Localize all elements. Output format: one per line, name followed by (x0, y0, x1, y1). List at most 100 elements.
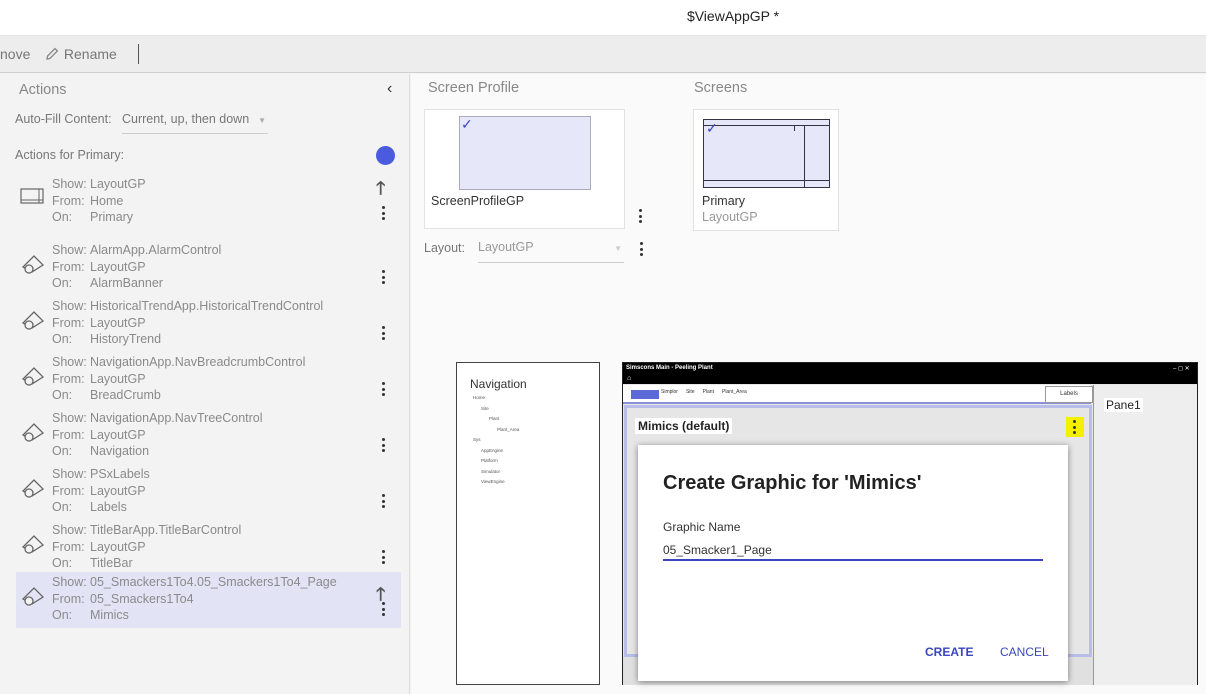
show-key: Show: (52, 243, 87, 257)
on-key: On: (52, 332, 73, 346)
breadcrumb-item: Simplor (661, 389, 678, 395)
control-icon (20, 364, 45, 388)
on-key: On: (52, 210, 73, 224)
action-show: HistoricalTrendApp.HistoricalTrendContro… (90, 299, 324, 313)
show-key: Show: (52, 467, 87, 481)
action-on: BreadCrumb (90, 388, 161, 402)
screen-profile-header: Screen Profile (428, 80, 520, 96)
action-item[interactable]: Show: NavigationApp.NavTreeControl From: La… (16, 408, 401, 464)
action-more-icon[interactable] (382, 270, 386, 284)
layout-label: Layout: (424, 241, 466, 255)
action-details: Show: LayoutGP From: Home On: Primary (52, 176, 146, 226)
layout-value: LayoutGP (478, 240, 534, 254)
on-key: On: (52, 556, 73, 570)
layout-icon (20, 186, 44, 210)
status-dot[interactable] (376, 146, 395, 165)
dialog-title: Create Graphic for 'Mimics' (663, 472, 922, 494)
create-button[interactable]: CREATE (925, 645, 973, 659)
profile-more-icon[interactable] (639, 209, 643, 223)
action-item[interactable]: Show: NavigationApp.NavBreadcrumbControl F… (16, 352, 401, 408)
screen-card-primary[interactable]: ✓ Primary LayoutGP (693, 109, 839, 231)
autofill-label: Auto-Fill Content: (15, 112, 112, 126)
collapse-chevron-icon[interactable]: ‹ (387, 80, 392, 98)
check-icon: ✓ (706, 120, 718, 136)
layout-select[interactable]: LayoutGP ▼ (478, 240, 624, 263)
layout-more-icon[interactable] (640, 242, 644, 256)
action-details: Show: AlarmApp.AlarmControl From: LayoutGP O… (52, 242, 221, 292)
screen-profile-card[interactable]: ✓ ScreenProfileGP (424, 109, 625, 229)
remove-button[interactable]: nove (0, 46, 30, 62)
screen-thumbnail (703, 119, 830, 188)
action-show: PSxLabels (90, 467, 150, 481)
action-show: TitleBarApp.TitleBarControl (90, 523, 242, 537)
action-details: Show: NavigationApp.NavTreeControl From: La… (52, 410, 263, 460)
action-on: HistoryTrend (90, 332, 162, 346)
action-details: Show: 05_Smackers1To4.05_Smackers1To4_Pag… (52, 574, 337, 624)
show-key: Show: (52, 523, 87, 537)
action-item[interactable]: Show: HistoricalTrendApp.HistoricalTrendC… (16, 296, 401, 352)
action-more-icon[interactable] (382, 326, 386, 340)
action-more-icon[interactable] (382, 494, 386, 508)
graphic-name-input[interactable]: 05_Smacker1_Page (663, 543, 1043, 561)
rename-button[interactable]: Rename (44, 46, 117, 62)
move-up-icon[interactable]: 🡑 (376, 176, 385, 206)
from-key: From: (52, 315, 85, 330)
action-more-icon[interactable] (382, 550, 386, 564)
control-icon (20, 584, 45, 608)
move-up-icon[interactable]: 🡑 (376, 582, 385, 612)
action-on: Primary (90, 210, 134, 224)
action-from: LayoutGP (90, 371, 146, 386)
show-key: Show: (52, 355, 87, 369)
control-icon (20, 532, 45, 556)
action-show: LayoutGP (90, 177, 146, 191)
from-key: From: (52, 591, 85, 606)
action-on: Navigation (90, 444, 150, 458)
preview-back-button (631, 390, 659, 399)
action-more-icon[interactable] (382, 438, 386, 452)
actions-for-label: Actions for Primary: (15, 148, 125, 162)
action-show: NavigationApp.NavBreadcrumbControl (90, 355, 306, 369)
show-key: Show: (52, 411, 87, 425)
control-icon (20, 308, 45, 332)
from-key: From: (52, 483, 85, 498)
action-item[interactable]: Show: PSxLabels From: LayoutGP On: Labels (16, 464, 401, 520)
navigation-preview: Navigation Home Site Plant Plant_Area Sys App… (456, 362, 600, 685)
breadcrumb-item: Site (685, 389, 695, 395)
cancel-button[interactable]: CANCEL (1000, 645, 1049, 659)
action-on: TitleBar (90, 556, 133, 570)
action-item[interactable]: Show: AlarmApp.AlarmControl From: LayoutGP O… (16, 240, 401, 296)
from-key: From: (52, 259, 85, 274)
control-icon (20, 476, 45, 500)
breadcrumb-item: Plant (702, 389, 714, 395)
nav-tree-item: Home (473, 395, 486, 400)
action-more-icon[interactable] (382, 206, 386, 220)
profile-name: ScreenProfileGP (431, 194, 525, 208)
labels-button: Labels (1045, 386, 1093, 403)
profile-thumbnail (459, 116, 591, 190)
action-details: Show: TitleBarApp.TitleBarControl From: Lay… (52, 522, 241, 572)
autofill-select[interactable]: Current, up, then down ▼ (122, 112, 268, 134)
action-from: LayoutGP (90, 259, 146, 274)
action-details: Show: NavigationApp.NavBreadcrumbControl F… (52, 354, 305, 404)
nav-tree-item: Sys (473, 437, 481, 442)
action-on: Labels (90, 500, 127, 514)
from-key: From: (52, 427, 85, 442)
toolbar-divider (138, 44, 139, 64)
preview-titlebar: Simscons Main - Peeling Plant ⌂ – ◻ ✕ (623, 363, 1197, 384)
preview-breadcrumb-bar: Simplor Site Plant Plant_Area (623, 385, 1091, 404)
show-key: Show: (52, 575, 87, 589)
action-item[interactable]: Show: 05_Smackers1To4.05_Smackers1To4_Pag… (16, 572, 401, 628)
action-item[interactable]: Show: LayoutGP From: Home On: Primary 🡑 (16, 174, 401, 230)
nav-tree-item: Simulator (481, 468, 501, 474)
action-item[interactable]: Show: TitleBarApp.TitleBarControl From: Lay… (16, 520, 401, 576)
action-from: LayoutGP (90, 539, 146, 554)
check-icon: ✓ (461, 116, 473, 132)
action-show: AlarmApp.AlarmControl (90, 243, 222, 257)
on-key: On: (52, 444, 73, 458)
dropdown-arrow-icon: ▼ (258, 116, 266, 125)
control-icon (20, 252, 45, 276)
graphic-name-label: Graphic Name (663, 520, 741, 534)
action-more-icon[interactable] (382, 382, 386, 396)
nav-tree-item: Plant_Area (497, 426, 520, 432)
from-key: From: (52, 539, 85, 554)
